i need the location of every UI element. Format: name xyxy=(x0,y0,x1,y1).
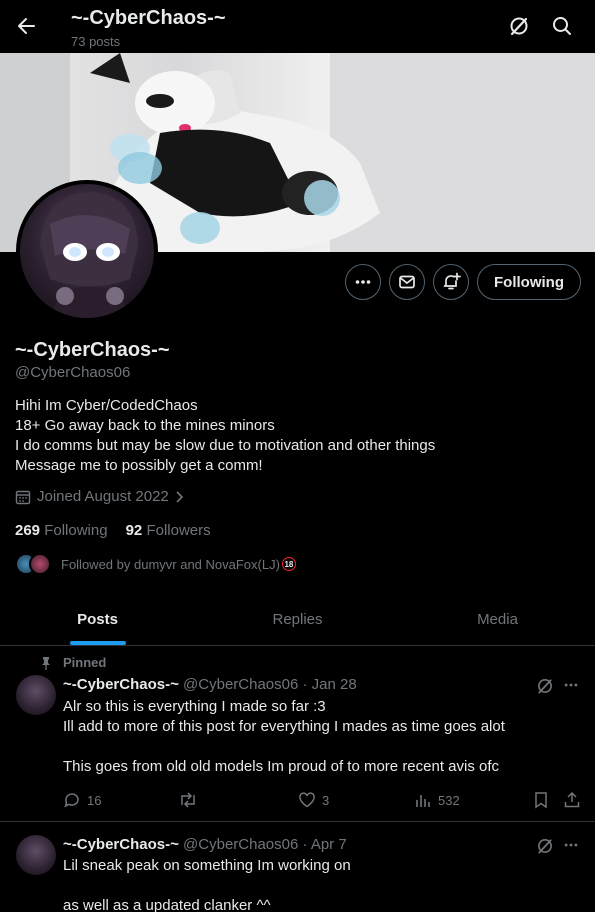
tab-posts[interactable]: Posts xyxy=(0,593,195,645)
follower-avatar xyxy=(29,553,51,575)
tab-media[interactable]: Media xyxy=(400,593,595,645)
reply-button[interactable]: 16 xyxy=(63,791,101,809)
repost-icon xyxy=(181,792,195,808)
post-avatar[interactable] xyxy=(16,675,56,715)
search-icon[interactable] xyxy=(548,12,576,40)
tab-label: Posts xyxy=(77,610,118,628)
notify-button[interactable] xyxy=(433,264,469,300)
calendar-icon xyxy=(15,490,31,504)
like-count: 3 xyxy=(322,792,330,808)
post-author[interactable]: ~-CyberChaos-~ xyxy=(63,836,179,853)
tab-label: Replies xyxy=(272,610,323,628)
profile-bio: Hihi Im Cyber/CodedChaos 18+ Go away bac… xyxy=(15,396,435,476)
post-more-icon[interactable] xyxy=(563,837,579,853)
post[interactable]: Pinned ~-CyberChaos-~ @CyberChaos06 · Ja… xyxy=(0,647,595,821)
reply-count: 16 xyxy=(87,792,102,808)
chevron-right-icon xyxy=(176,490,183,503)
age-badge: 18 xyxy=(281,557,296,571)
following-label: Following xyxy=(44,522,108,539)
following-button[interactable]: Following xyxy=(477,264,581,300)
joined-date[interactable]: Joined August 2022 xyxy=(15,488,185,505)
post-text: Lil sneak peak on something Im working o… xyxy=(63,856,351,912)
grok-icon[interactable] xyxy=(536,837,554,855)
post-line: Lil sneak peak on something Im working o… xyxy=(63,857,351,874)
following-count: 269 xyxy=(15,522,41,539)
bio-line: I do comms but may be slow due to motiva… xyxy=(15,437,436,454)
post-meta[interactable]: @CyberChaos06 · Jan 28 xyxy=(183,676,357,693)
followed-by-text: Followed by dumyvr and NovaFox(LJ) xyxy=(61,556,280,572)
share-icon xyxy=(564,791,580,808)
post-line xyxy=(63,876,351,896)
bio-line: 18+ Go away back to the mines minors xyxy=(15,417,275,434)
follow-stats: 269 Following 92 Followers xyxy=(15,522,211,539)
tab-replies[interactable]: Replies xyxy=(195,593,400,645)
post[interactable]: ~-CyberChaos-~ @CyberChaos06 · Apr 7 Lil… xyxy=(0,822,595,912)
bookmark-icon xyxy=(535,792,547,809)
grok-icon[interactable] xyxy=(536,677,554,695)
profile-handle: @CyberChaos06 xyxy=(15,364,131,381)
heart-icon xyxy=(299,792,315,808)
top-bar: ~-CyberChaos-~ 73 posts xyxy=(0,0,595,53)
more-options-button[interactable] xyxy=(345,264,381,300)
followers-stat[interactable]: 92 Followers xyxy=(126,522,211,539)
post-line xyxy=(63,737,505,757)
followed-by[interactable]: Followed by dumyvr and NovaFox(LJ) 18 xyxy=(15,553,296,575)
pinned-label: Pinned xyxy=(63,655,107,670)
like-button[interactable]: 3 xyxy=(298,791,329,809)
pin-icon xyxy=(40,656,52,675)
post-header: ~-CyberChaos-~ @CyberChaos06 · Jan 28 xyxy=(63,676,357,693)
repost-button[interactable] xyxy=(178,791,204,809)
post-line: This goes from old old models Im proud o… xyxy=(63,758,500,775)
bio-line: Hihi Im Cyber/CodedChaos xyxy=(15,397,198,414)
profile-avatar[interactable] xyxy=(16,180,158,322)
post-line: Alr so this is everything I made so far … xyxy=(63,698,326,715)
back-arrow-icon[interactable] xyxy=(10,10,42,42)
ellipsis-icon xyxy=(355,280,371,284)
bell-plus-icon xyxy=(443,272,461,290)
active-tab-indicator xyxy=(69,641,126,645)
view-count: 532 xyxy=(438,792,460,808)
grok-icon[interactable] xyxy=(505,12,533,40)
post-more-icon[interactable] xyxy=(563,677,579,693)
bio-line: Message me to possibly get a comm! xyxy=(15,457,263,474)
views-button[interactable]: 532 xyxy=(414,791,460,809)
post-meta[interactable]: @CyberChaos06 · Apr 7 xyxy=(183,836,347,853)
profile-tabs: Posts Replies Media xyxy=(0,593,595,646)
post-text: Alr so this is everything I made so far … xyxy=(63,697,505,777)
following-stat[interactable]: 269 Following xyxy=(15,522,108,539)
views-chart-icon xyxy=(416,795,430,807)
header-title: ~-CyberChaos-~ xyxy=(71,7,226,29)
joined-label: Joined August 2022 xyxy=(37,488,169,505)
avatar-image xyxy=(40,192,138,318)
message-button[interactable] xyxy=(389,264,425,300)
reply-icon xyxy=(64,793,79,808)
envelope-icon xyxy=(399,275,415,289)
post-line: Ill add to more of this post for everyth… xyxy=(63,718,505,735)
bookmark-button[interactable] xyxy=(532,791,550,809)
tab-label: Media xyxy=(477,610,518,628)
post-header: ~-CyberChaos-~ @CyberChaos06 · Apr 7 xyxy=(63,836,347,853)
share-button[interactable] xyxy=(563,791,581,809)
profile-display-name: ~-CyberChaos-~ xyxy=(15,339,170,361)
followers-label: Followers xyxy=(146,522,211,539)
post-count: 73 posts xyxy=(71,34,121,49)
post-avatar[interactable] xyxy=(16,835,56,875)
post-line: as well as a updated clanker ^^ xyxy=(63,897,271,912)
followers-count: 92 xyxy=(125,522,143,539)
post-author[interactable]: ~-CyberChaos-~ xyxy=(63,676,179,693)
